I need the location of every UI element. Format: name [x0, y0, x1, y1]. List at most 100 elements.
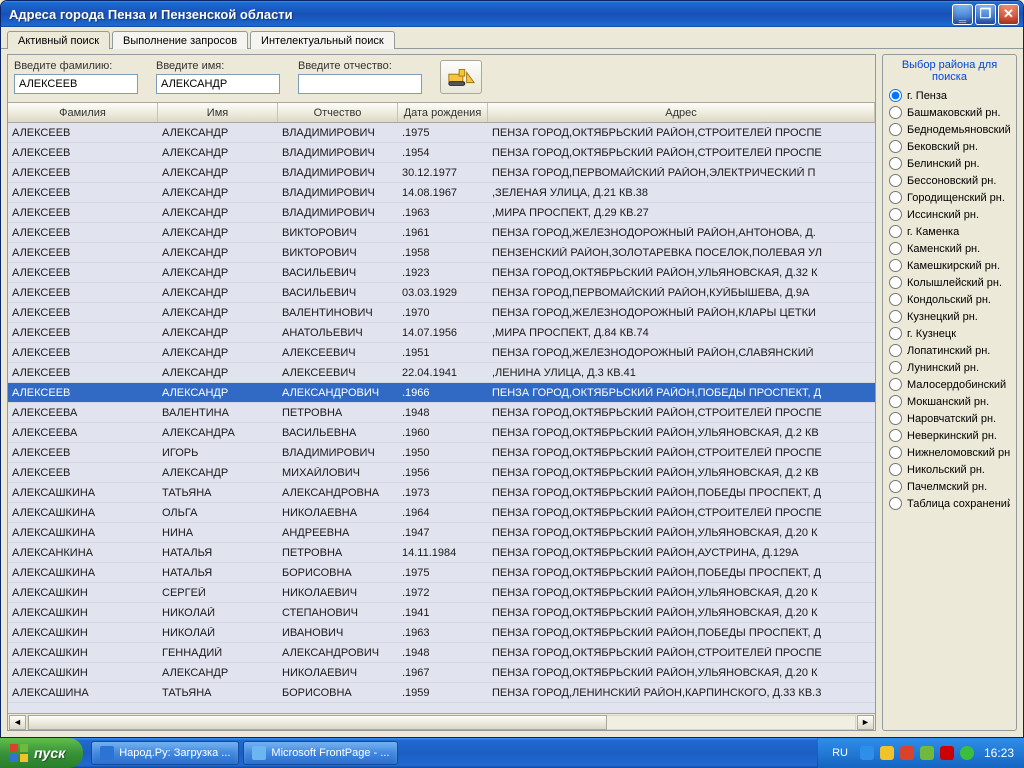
table-row[interactable]: АЛЕКСЕЕВАЛЕКСАНДРВАСИЛЬЕВИЧ03.03.1929ПЕН… — [8, 283, 875, 303]
clock[interactable]: 16:23 — [984, 746, 1014, 760]
scroll-thumb[interactable] — [28, 715, 607, 730]
region-radio[interactable] — [889, 395, 902, 408]
region-option[interactable]: г. Каменка — [889, 223, 1010, 240]
name-input[interactable] — [156, 74, 280, 94]
region-option[interactable]: Нижнеломовский рн. — [889, 444, 1010, 461]
region-radio[interactable] — [889, 293, 902, 306]
minimize-button[interactable]: ‗ — [952, 4, 973, 25]
table-row[interactable]: АЛЕКСЕЕВАЛЕКСАНДРВИКТОРОВИЧ.1961ПЕНЗА ГО… — [8, 223, 875, 243]
table-row[interactable]: АЛЕКСАШКИНАНИНААНДРЕЕВНА.1947ПЕНЗА ГОРОД… — [8, 523, 875, 543]
region-option[interactable]: Лунинский рн. — [889, 359, 1010, 376]
region-option[interactable]: Кузнецкий рн. — [889, 308, 1010, 325]
tray-icon[interactable] — [920, 746, 934, 760]
taskbar-task[interactable]: Народ.Ру: Загрузка ... — [91, 741, 239, 765]
table-row[interactable]: АЛЕКСАШКИННИКОЛАЙИВАНОВИЧ.1963ПЕНЗА ГОРО… — [8, 623, 875, 643]
region-option[interactable]: Белинский рн. — [889, 155, 1010, 172]
table-row[interactable]: АЛЕКСАШКИНГЕННАДИЙАЛЕКСАНДРОВИЧ.1948ПЕНЗ… — [8, 643, 875, 663]
region-radio[interactable] — [889, 89, 902, 102]
region-option[interactable]: Неверкинский рн. — [889, 427, 1010, 444]
region-radio[interactable] — [889, 208, 902, 221]
region-radio[interactable] — [889, 463, 902, 476]
region-option[interactable]: Городищенский рн. — [889, 189, 1010, 206]
region-radio[interactable] — [889, 378, 902, 391]
table-row[interactable]: АЛЕКСАШКИНАТАТЬЯНААЛЕКСАНДРОВНА.1973ПЕНЗ… — [8, 483, 875, 503]
column-header[interactable]: Адрес — [488, 103, 875, 122]
region-option[interactable]: г. Пенза — [889, 87, 1010, 104]
table-row[interactable]: АЛЕКСЕЕВАЛЕКСАНДРВАСИЛЬЕВИЧ.1923ПЕНЗА ГО… — [8, 263, 875, 283]
table-row[interactable]: АЛЕКСЕЕВАЛЕКСАНДРВЛАДИМИРОВИЧ.1975ПЕНЗА … — [8, 123, 875, 143]
table-row[interactable]: АЛЕКСЕЕВАЛЕКСАНДРВЛАДИМИРОВИЧ.1954ПЕНЗА … — [8, 143, 875, 163]
region-option[interactable]: Никольский рн. — [889, 461, 1010, 478]
column-header[interactable]: Имя — [158, 103, 278, 122]
table-row[interactable]: АЛЕКСАШКИННИКОЛАЙСТЕПАНОВИЧ.1941ПЕНЗА ГО… — [8, 603, 875, 623]
column-header[interactable]: Отчество — [278, 103, 398, 122]
table-row[interactable]: АЛЕКСЕЕВАЛЕКСАНДРВАЛЕНТИНОВИЧ.1970ПЕНЗА … — [8, 303, 875, 323]
column-header[interactable]: Дата рождения — [398, 103, 488, 122]
region-radio[interactable] — [889, 259, 902, 272]
tab-1[interactable]: Выполнение запросов — [112, 31, 248, 49]
grid-body[interactable]: АЛЕКСЕЕВАЛЕКСАНДРВЛАДИМИРОВИЧ.1975ПЕНЗА … — [8, 123, 875, 713]
tray-icon[interactable] — [860, 746, 874, 760]
table-row[interactable]: АЛЕКСАНКИНАНАТАЛЬЯПЕТРОВНА14.11.1984ПЕНЗ… — [8, 543, 875, 563]
region-option[interactable]: Каменский рн. — [889, 240, 1010, 257]
tray-icon[interactable] — [960, 746, 974, 760]
region-radio[interactable] — [889, 174, 902, 187]
scroll-right-button[interactable]: ► — [857, 715, 874, 730]
table-row[interactable]: АЛЕКСЕЕВАЛЕКСАНДРАЛЕКСЕЕВИЧ.1951ПЕНЗА ГО… — [8, 343, 875, 363]
horizontal-scrollbar[interactable]: ◄ ► — [8, 713, 875, 730]
search-button[interactable] — [440, 60, 482, 94]
region-radio[interactable] — [889, 123, 902, 136]
scroll-left-button[interactable]: ◄ — [9, 715, 26, 730]
region-option[interactable]: Кондольский рн. — [889, 291, 1010, 308]
table-row[interactable]: АЛЕКСЕЕВАВАЛЕНТИНАПЕТРОВНА.1948ПЕНЗА ГОР… — [8, 403, 875, 423]
tray-icon[interactable] — [940, 746, 954, 760]
titlebar[interactable]: Адреса города Пенза и Пензенской области… — [1, 1, 1023, 27]
taskbar[interactable]: пуск Народ.Ру: Загрузка ...Microsoft Fro… — [0, 738, 1024, 768]
patronymic-input[interactable] — [298, 74, 422, 94]
tab-0[interactable]: Активный поиск — [7, 31, 110, 49]
table-row[interactable]: АЛЕКСЕЕВИГОРЬВЛАДИМИРОВИЧ.1950ПЕНЗА ГОРО… — [8, 443, 875, 463]
table-row[interactable]: АЛЕКСЕЕВАЛЕКСАНДРАЛЕКСЕЕВИЧ22.04.1941,ЛЕ… — [8, 363, 875, 383]
region-option[interactable]: Наровчатский рн. — [889, 410, 1010, 427]
region-radio[interactable] — [889, 497, 902, 510]
table-row[interactable]: АЛЕКСЕЕВАЛЕКСАНДРАНАТОЛЬЕВИЧ14.07.1956,М… — [8, 323, 875, 343]
close-button[interactable]: ✕ — [998, 4, 1019, 25]
region-radio[interactable] — [889, 327, 902, 340]
table-row[interactable]: АЛЕКСАШКИНАНАТАЛЬЯБОРИСОВНА.1975ПЕНЗА ГО… — [8, 563, 875, 583]
tray-icon[interactable] — [880, 746, 894, 760]
region-radio[interactable] — [889, 446, 902, 459]
surname-input[interactable] — [14, 74, 138, 94]
region-radio[interactable] — [889, 157, 902, 170]
system-tray[interactable]: RU 16:23 — [817, 738, 1024, 768]
table-row[interactable]: АЛЕКСЕЕВААЛЕКСАНДРАВАСИЛЬЕВНА.1960ПЕНЗА … — [8, 423, 875, 443]
language-indicator[interactable]: RU — [832, 747, 848, 759]
region-option[interactable]: Таблица сохранений — [889, 495, 1010, 512]
table-row[interactable]: АЛЕКСАШКИНСЕРГЕЙНИКОЛАЕВИЧ.1972ПЕНЗА ГОР… — [8, 583, 875, 603]
region-radio[interactable] — [889, 429, 902, 442]
scroll-track[interactable] — [27, 715, 856, 730]
table-row[interactable]: АЛЕКСЕЕВАЛЕКСАНДРМИХАЙЛОВИЧ.1956ПЕНЗА ГО… — [8, 463, 875, 483]
table-row[interactable]: АЛЕКСЕЕВАЛЕКСАНДРВЛАДИМИРОВИЧ.1963,МИРА … — [8, 203, 875, 223]
table-row[interactable]: АЛЕКСЕЕВАЛЕКСАНДРВИКТОРОВИЧ.1958ПЕНЗЕНСК… — [8, 243, 875, 263]
taskbar-task[interactable]: Microsoft FrontPage - ... — [243, 741, 398, 765]
region-option[interactable]: г. Кузнецк — [889, 325, 1010, 342]
region-radio[interactable] — [889, 344, 902, 357]
region-option[interactable]: Камешкирский рн. — [889, 257, 1010, 274]
region-radio[interactable] — [889, 480, 902, 493]
region-option[interactable]: Беднодемьяновский рн. — [889, 121, 1010, 138]
region-option[interactable]: Колышлейский рн. — [889, 274, 1010, 291]
table-row[interactable]: АЛЕКСАШКИНАОЛЬГАНИКОЛАЕВНА.1964ПЕНЗА ГОР… — [8, 503, 875, 523]
tab-2[interactable]: Интелектуальный поиск — [250, 31, 395, 49]
region-radio[interactable] — [889, 276, 902, 289]
region-radio[interactable] — [889, 191, 902, 204]
table-row[interactable]: АЛЕКСАШИНАТАТЬЯНАБОРИСОВНА.1959ПЕНЗА ГОР… — [8, 683, 875, 703]
region-option[interactable]: Пачелмский рн. — [889, 478, 1010, 495]
tray-icon[interactable] — [900, 746, 914, 760]
region-option[interactable]: Малосердобинский рн. — [889, 376, 1010, 393]
table-row[interactable]: АЛЕКСЕЕВАЛЕКСАНДРАЛЕКСАНДРОВИЧ.1966ПЕНЗА… — [8, 383, 875, 403]
region-radio[interactable] — [889, 140, 902, 153]
table-row[interactable]: АЛЕКСЕЕВАЛЕКСАНДРВЛАДИМИРОВИЧ30.12.1977П… — [8, 163, 875, 183]
region-radio[interactable] — [889, 310, 902, 323]
region-radio[interactable] — [889, 412, 902, 425]
region-option[interactable]: Бековский рн. — [889, 138, 1010, 155]
